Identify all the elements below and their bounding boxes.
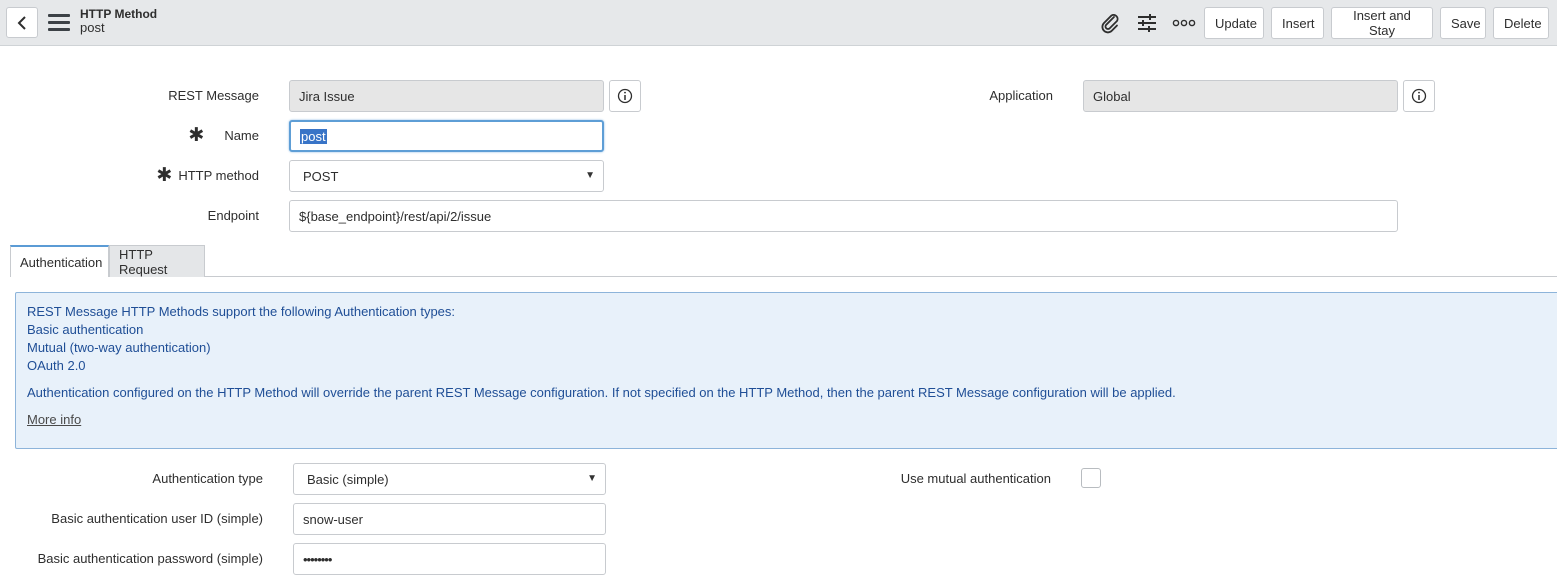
password-label: Basic authentication password (simple) [37, 551, 263, 566]
info-line: Mutual (two-way authentication) [27, 340, 211, 355]
rest-message-value: Jira Issue [299, 88, 355, 104]
mutual-auth-checkbox[interactable] [1081, 468, 1101, 488]
name-label: ✱ Name [188, 125, 259, 146]
application-value: Global [1093, 88, 1131, 104]
tab-http-request[interactable]: HTTP Request [109, 245, 205, 277]
endpoint-input[interactable]: ${base_endpoint}/rest/api/2/issue [289, 200, 1398, 232]
info-line: REST Message HTTP Methods support the fo… [27, 304, 456, 319]
required-mark-icon: ✱ [188, 125, 205, 146]
name-value: post [300, 128, 327, 144]
rest-message-label: REST Message [168, 88, 259, 103]
insert-button[interactable]: Insert [1271, 7, 1324, 39]
back-chevron-icon [17, 15, 26, 30]
http-method-value: POST [303, 168, 339, 184]
info-line: OAuth 2.0 [27, 358, 86, 373]
user-id-input[interactable]: snow-user [293, 503, 606, 535]
sliders-icon[interactable] [1135, 11, 1159, 35]
user-id-value: snow-user [303, 511, 363, 527]
http-method-label-text: HTTP method [178, 168, 259, 183]
application-label: Application [989, 88, 1053, 103]
form-header: HTTP Method post Update Insert Insert an… [0, 0, 1557, 46]
delete-button[interactable]: Delete [1493, 7, 1549, 39]
application-field[interactable]: Global [1083, 80, 1398, 112]
authentication-info-box: REST Message HTTP Methods support the fo… [15, 292, 1557, 449]
http-method-select[interactable]: POST ▼ [289, 160, 604, 192]
record-name-subtitle: post [80, 20, 105, 35]
info-icon [1411, 88, 1427, 104]
endpoint-value: ${base_endpoint}/rest/api/2/issue [299, 208, 492, 224]
update-button[interactable]: Update [1204, 7, 1264, 39]
record-type-title: HTTP Method [80, 7, 158, 21]
name-label-text: Name [224, 128, 259, 143]
application-info-button[interactable] [1403, 80, 1435, 112]
info-line: Authentication configured on the HTTP Me… [27, 385, 1176, 400]
paperclip-icon[interactable] [1098, 11, 1122, 35]
info-icon [617, 88, 633, 104]
info-line: Basic authentication [27, 322, 144, 337]
password-input[interactable]: •••••••• [293, 543, 606, 575]
dropdown-caret-icon: ▼ [587, 473, 597, 484]
password-value: •••••••• [303, 551, 332, 567]
tab-authentication[interactable]: Authentication [10, 245, 109, 277]
insert-and-stay-button[interactable]: Insert and Stay [1331, 7, 1433, 39]
save-button[interactable]: Save [1440, 7, 1486, 39]
form-title: HTTP Method post [80, 7, 157, 35]
name-input[interactable]: post [289, 120, 604, 152]
rest-message-field[interactable]: Jira Issue [289, 80, 604, 112]
more-info-link[interactable]: More info [27, 412, 81, 427]
back-button[interactable] [6, 7, 38, 38]
more-options-icon[interactable] [1172, 11, 1196, 35]
required-mark-icon: ✱ [156, 165, 173, 186]
mutual-auth-label: Use mutual authentication [900, 471, 1051, 486]
auth-type-select[interactable]: Basic (simple) ▼ [293, 463, 606, 495]
hamburger-menu-icon[interactable] [48, 14, 70, 32]
http-method-label: ✱ HTTP method [156, 165, 259, 186]
rest-message-info-button[interactable] [609, 80, 641, 112]
tab-divider [10, 276, 1557, 277]
user-id-label: Basic authentication user ID (simple) [51, 511, 263, 526]
endpoint-label: Endpoint [207, 208, 259, 223]
auth-type-value: Basic (simple) [307, 471, 389, 487]
dropdown-caret-icon: ▼ [585, 170, 595, 181]
auth-type-label: Authentication type [152, 471, 263, 486]
